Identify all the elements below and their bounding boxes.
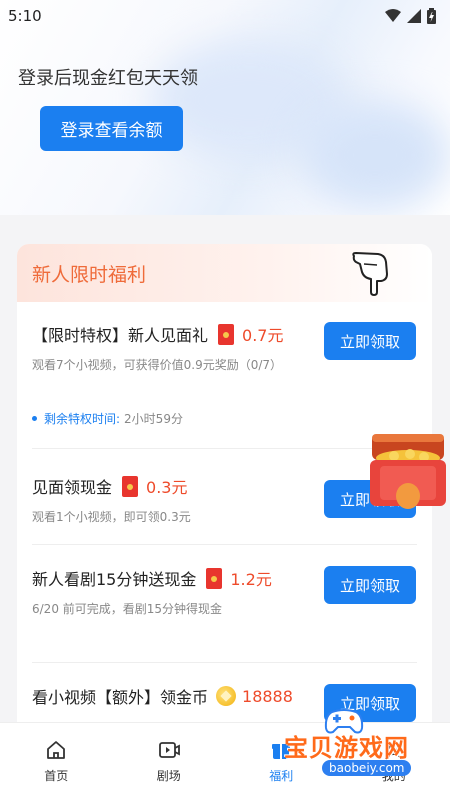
login-button[interactable]: 登录查看余额 xyxy=(40,106,183,151)
divider xyxy=(32,544,417,545)
tab-theater[interactable]: 剧场 xyxy=(113,723,226,800)
task-reward: 0.7元 xyxy=(242,326,284,345)
remaining-value: 2小时59分 xyxy=(124,412,183,426)
new-user-welfare-card: 新人限时福利 【限时特权】新人见面礼 0.7元 观看7个小视频，可获得价值0.9… xyxy=(17,244,432,784)
remaining-label: 剩余特权时间: xyxy=(44,412,121,426)
watermark-text: 宝贝游戏网 xyxy=(284,734,409,762)
divider xyxy=(32,448,417,449)
status-time: 5:10 xyxy=(8,7,42,25)
signal-icon xyxy=(407,9,421,23)
task-reward: 1.2元 xyxy=(230,570,272,589)
task-name: 【限时特权】新人见面礼 xyxy=(32,326,209,345)
task-reward: 18888 xyxy=(242,686,293,706)
task-item-short-video-coins: 看小视频【额外】领金币 18888 立即领取 xyxy=(32,684,416,722)
watermark-url: baobeiy.com xyxy=(322,760,412,776)
gold-coin-icon xyxy=(216,686,237,706)
task-item-meet-cash: 见面领现金 0.3元 观看1个小视频，即可领0.3元 立即领取 xyxy=(32,474,416,525)
welfare-title: 新人限时福利 xyxy=(32,263,147,286)
home-icon xyxy=(47,741,66,759)
task-name: 看小视频【额外】领金币 xyxy=(32,688,209,707)
tab-home-label: 首页 xyxy=(44,769,69,783)
hero-banner: 登录后现金红包天天领 登录查看余额 xyxy=(0,0,450,215)
task-item-watch-drama: 新人看剧15分钟送现金 1.2元 6/20 前可完成，看剧15分钟得现金 立即领… xyxy=(32,566,416,617)
task-name: 新人看剧15分钟送现金 xyxy=(32,570,197,589)
red-envelope-icon xyxy=(206,567,223,589)
video-icon xyxy=(158,742,180,758)
bullet-dot-icon xyxy=(32,416,37,421)
pointing-hand-icon xyxy=(352,252,388,296)
watermark-logo: 宝贝游戏网 baobeiy.com xyxy=(276,706,446,790)
status-bar: 5:10 xyxy=(0,0,450,32)
red-envelope-icon xyxy=(122,475,139,497)
task-reward: 0.3元 xyxy=(146,478,188,497)
hero-text: 登录后现金红包天天领 xyxy=(18,68,198,89)
divider xyxy=(32,662,417,663)
battery-icon xyxy=(427,8,436,24)
remaining-time: 剩余特权时间: 2小时59分 xyxy=(32,410,183,427)
claim-button[interactable]: 立即领取 xyxy=(324,322,416,360)
wifi-icon xyxy=(385,9,401,22)
claim-button[interactable]: 立即领取 xyxy=(324,566,416,604)
treasure-chest-icon[interactable] xyxy=(366,428,450,512)
tab-home[interactable]: 首页 xyxy=(0,723,113,800)
tab-theater-label: 剧场 xyxy=(156,769,181,783)
red-envelope-icon xyxy=(218,323,235,345)
task-name: 见面领现金 xyxy=(32,478,113,497)
task-item-new-gift: 【限时特权】新人见面礼 0.7元 观看7个小视频，可获得价值0.9元奖励（0/7… xyxy=(32,322,416,373)
